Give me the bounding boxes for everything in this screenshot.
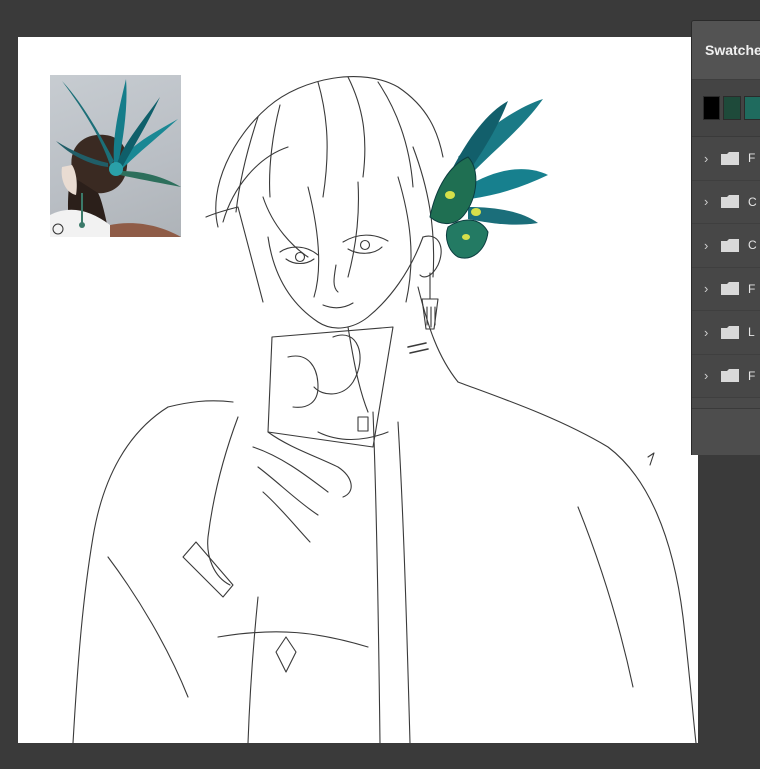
swatch-group[interactable]: › F (692, 355, 760, 398)
feather-accessory (429, 99, 548, 259)
chevron-right-icon[interactable]: › (704, 151, 712, 166)
swatch-group-label: F (748, 151, 756, 166)
swatch-group-label: F (748, 281, 756, 296)
panel-footer (692, 408, 760, 455)
swatch-black[interactable] (703, 96, 721, 120)
swatches-panel: Swatche › F › C › C › F › L › F (691, 20, 760, 455)
swatch-group-label: F (748, 368, 756, 383)
chevron-right-icon[interactable]: › (704, 238, 712, 253)
character-sketch (72, 76, 697, 743)
chevron-right-icon[interactable]: › (704, 325, 712, 340)
folder-icon (720, 194, 740, 209)
chevron-right-icon[interactable]: › (704, 281, 712, 296)
folder-icon (720, 368, 740, 383)
swatch-group[interactable]: › C (692, 181, 760, 224)
swatch-group[interactable]: › L (692, 311, 760, 355)
swatch-teal[interactable] (743, 96, 760, 120)
swatch-group-label: C (748, 238, 757, 253)
swatch-group[interactable]: › F (692, 268, 760, 311)
swatch-group[interactable]: › C (692, 224, 760, 268)
swatch-dark-green[interactable] (723, 96, 741, 120)
swatch-group-label: L (748, 325, 755, 340)
swatch-group[interactable]: › F (692, 137, 760, 181)
panel-title: Swatche (705, 42, 760, 58)
folder-icon (720, 238, 740, 253)
folder-icon (720, 325, 740, 340)
recent-swatches (692, 80, 760, 137)
swatches-panel-header[interactable]: Swatche (692, 21, 760, 80)
drawing-canvas[interactable] (18, 37, 698, 743)
swatch-group-label: C (748, 194, 757, 209)
chevron-right-icon[interactable]: › (704, 368, 712, 383)
workspace: Swatche › F › C › C › F › L › F (0, 0, 760, 769)
folder-icon (720, 151, 740, 166)
folder-icon (720, 281, 740, 296)
swatch-group-list: › F › C › C › F › L › F (692, 137, 760, 398)
chevron-right-icon[interactable]: › (704, 194, 712, 209)
